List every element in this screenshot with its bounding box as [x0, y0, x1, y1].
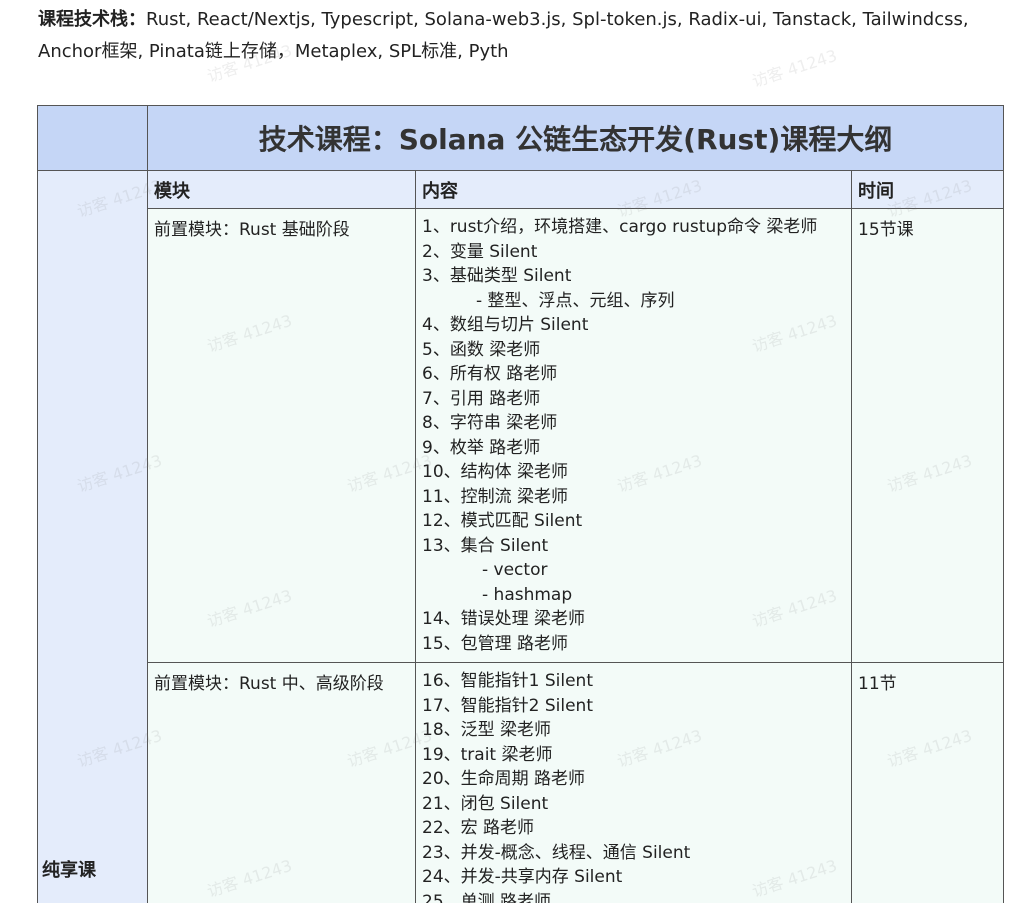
list-item: 25、单测 路老师 — [422, 891, 552, 903]
header-time: 时间 — [850, 170, 1005, 209]
list-item: 5、函数 梁老师 — [422, 339, 541, 360]
list-item: 24、并发-共享内存 Silent — [422, 867, 623, 887]
list-item: 4、数组与切片 Silent — [422, 315, 589, 335]
time-value: 11节 — [850, 662, 1005, 903]
list-item: 16、智能指针1 Silent — [422, 671, 593, 691]
list-item: 22、宏 路老师 — [422, 818, 535, 838]
header-content: 内容 — [415, 170, 852, 209]
table-row: 前置模块：Rust 基础阶段 1、rust介绍，环境搭建、cargo rustu… — [38, 208, 1005, 663]
list-item: 14、错误处理 梁老师 — [422, 609, 586, 629]
list-item: 23、并发-概念、线程、通信 Silent — [422, 842, 691, 863]
list-item: 7、引用 路老师 — [422, 388, 541, 409]
side-header-cell — [37, 105, 148, 171]
list-item: 1、rust介绍，环境搭建、cargo rustup命令 梁老师 — [422, 217, 818, 237]
list-item: 21、闭包 Silent — [422, 793, 549, 814]
list-item: 9、枚举 路老师 — [422, 437, 541, 458]
list-item: 18、泛型 梁老师 — [422, 720, 552, 740]
module-name: 前置模块：Rust 基础阶段 — [147, 208, 416, 663]
list-item: 11、控制流 梁老师 — [422, 486, 569, 507]
time-value: 15节课 — [850, 208, 1005, 663]
table-title-row: 技术课程：Solana 公链生态开发(Rust)课程大纲 — [37, 105, 1005, 171]
course-type-label: 纯享课 — [37, 170, 148, 903]
list-item: 2、变量 Silent — [422, 241, 538, 262]
tech-stack-text: Rust, React/Nextjs, Typescript, Solana-w… — [38, 9, 969, 62]
list-item: 3、基础类型 Silent — [422, 266, 572, 286]
header-module: 模块 — [147, 170, 416, 209]
list-subitem: - vector — [482, 560, 548, 580]
syllabus-table: 技术课程：Solana 公链生态开发(Rust)课程大纲 纯享课 模块 内容 时… — [37, 105, 1005, 903]
content-list: 16、智能指针1 Silent 17、智能指针2 Silent 18、泛型 梁老… — [415, 662, 852, 903]
list-item: 19、trait 梁老师 — [422, 744, 553, 765]
list-subitem: - 整型、浮点、元组、序列 — [476, 290, 675, 311]
column-header-row: 纯享课 模块 内容 时间 — [37, 170, 1005, 903]
list-item: 17、智能指针2 Silent — [422, 695, 593, 716]
table-row: 前置模块：Rust 中、高级阶段 16、智能指针1 Silent 17、智能指针… — [38, 662, 1005, 903]
list-item: 12、模式匹配 Silent — [422, 511, 583, 531]
list-item: 13、集合 Silent — [422, 535, 549, 556]
list-item: 8、字符串 梁老师 — [422, 413, 558, 433]
list-item: 15、包管理 路老师 — [422, 633, 569, 654]
list-item: 6、所有权 路老师 — [422, 364, 558, 384]
module-name: 前置模块：Rust 中、高级阶段 — [147, 662, 416, 903]
tech-stack-paragraph: 课程技术栈：Rust, React/Nextjs, Typescript, So… — [38, 4, 1018, 68]
tech-stack-label: 课程技术栈： — [38, 9, 146, 30]
content-list: 1、rust介绍，环境搭建、cargo rustup命令 梁老师 2、变量 Si… — [415, 208, 852, 663]
table-title: 技术课程：Solana 公链生态开发(Rust)课程大纲 — [146, 105, 1005, 171]
list-subitem: - hashmap — [482, 584, 573, 605]
document-page: 课程技术栈：Rust, React/Nextjs, Typescript, So… — [0, 0, 1032, 903]
list-item: 20、生命周期 路老师 — [422, 769, 586, 789]
list-item: 10、结构体 梁老师 — [422, 462, 569, 482]
